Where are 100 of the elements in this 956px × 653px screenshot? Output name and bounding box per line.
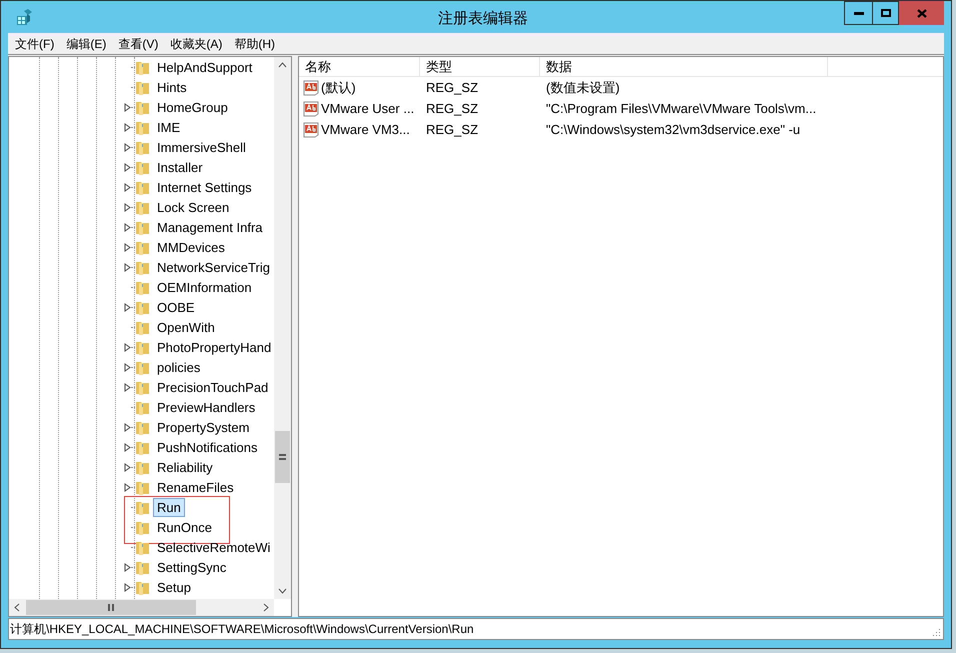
folder-icon (135, 179, 151, 195)
folder-icon (135, 239, 151, 255)
menu-item[interactable]: 收藏夹(A) (164, 34, 228, 52)
column-header[interactable]: 数据 (540, 57, 828, 76)
vertical-scrollbar[interactable] (274, 57, 291, 599)
tree-item[interactable]: PrecisionTouchPad (153, 378, 272, 396)
tree-item[interactable]: MMDevices (153, 238, 229, 256)
table-cell-text: REG_SZ (425, 100, 480, 118)
folder-icon (135, 159, 151, 175)
tree-item[interactable]: Lock Screen (153, 198, 234, 216)
scroll-thumb[interactable] (275, 431, 290, 483)
tree-item[interactable]: PreviewHandlers (153, 398, 260, 416)
expand-arrow-icon[interactable] (124, 422, 131, 432)
tree-item[interactable]: OpenWith (153, 318, 219, 336)
tree-item[interactable]: RunOnce (153, 518, 216, 536)
folder-icon (135, 199, 151, 215)
expand-arrow-icon[interactable] (124, 182, 131, 192)
folder-icon (135, 439, 151, 455)
tree-item[interactable]: Hints (153, 78, 191, 96)
string-value-icon (303, 122, 319, 138)
menu-item[interactable]: 文件(F) (9, 34, 60, 52)
string-value-icon (303, 80, 319, 96)
folder-icon (135, 399, 151, 415)
tree-item[interactable]: PropertySystem (153, 418, 254, 436)
expand-arrow-icon[interactable] (124, 242, 131, 252)
close-icon (916, 8, 926, 18)
folder-icon (135, 259, 151, 275)
folder-icon (135, 59, 151, 75)
expand-arrow-icon[interactable] (124, 382, 131, 392)
tree-item[interactable]: RenameFiles (153, 478, 238, 496)
expand-arrow-icon[interactable] (124, 122, 131, 132)
tree-item[interactable]: HomeGroup (153, 98, 232, 116)
value-name[interactable]: VMware VM3... (321, 120, 410, 140)
expand-arrow-icon[interactable] (124, 102, 131, 112)
tree-item[interactable]: SelectiveRemoteWi (153, 538, 274, 556)
menu-item[interactable]: 帮助(H) (228, 34, 281, 52)
menu-item[interactable]: 查看(V) (112, 34, 164, 52)
folder-icon (135, 539, 151, 555)
folder-icon (135, 479, 151, 495)
registry-editor-icon (15, 8, 33, 26)
close-button[interactable] (899, 1, 944, 25)
menu-item[interactable]: 编辑(E) (60, 34, 112, 52)
table-cell-text: REG_SZ (425, 78, 480, 97)
table-cell-text: "C:\Windows\system32\vm3dservice.exe" -u (545, 120, 802, 139)
folder-icon (135, 299, 151, 315)
tree-item[interactable]: HelpAndSupport (153, 58, 256, 76)
tree-item[interactable]: PhotoPropertyHand (153, 338, 274, 356)
column-header[interactable]: 名称 (299, 57, 420, 76)
expand-arrow-icon[interactable] (124, 562, 131, 572)
expand-arrow-icon[interactable] (124, 582, 131, 592)
expand-arrow-icon[interactable] (124, 442, 131, 452)
folder-icon (135, 219, 151, 235)
folder-icon (135, 379, 151, 395)
folder-icon (135, 419, 151, 435)
folder-icon (135, 79, 151, 95)
expand-arrow-icon[interactable] (124, 162, 131, 172)
expand-arrow-icon[interactable] (124, 482, 131, 492)
folder-icon (135, 579, 151, 595)
table-cell-text: REG_SZ (425, 120, 480, 139)
folder-icon (135, 359, 151, 375)
expand-arrow-icon[interactable] (124, 262, 131, 272)
minimize-button[interactable] (844, 1, 873, 25)
tree-item[interactable]: ImmersiveShell (153, 138, 250, 156)
expand-arrow-icon[interactable] (124, 462, 131, 472)
resize-grip-icon[interactable] (933, 629, 941, 637)
tree-item[interactable]: Run (153, 498, 185, 516)
tree-item[interactable]: Management Infra (153, 218, 267, 236)
status-text: 计算机\HKEY_LOCAL_MACHINE\SOFTWARE\Microsoft\Windows\CurrentVersion\Run (10, 621, 474, 638)
expand-arrow-icon[interactable] (124, 142, 131, 152)
expand-arrow-icon[interactable] (124, 202, 131, 212)
tree-item[interactable]: Installer (153, 158, 207, 176)
folder-icon (135, 279, 151, 295)
folder-icon (135, 559, 151, 575)
expand-arrow-icon[interactable] (124, 302, 131, 312)
tree-item[interactable]: NetworkServiceTrig (153, 258, 274, 276)
tree-item[interactable]: policies (153, 358, 204, 376)
folder-icon (135, 119, 151, 135)
tree-item[interactable]: Reliability (153, 458, 217, 476)
folder-icon (135, 519, 151, 535)
scroll-thumb[interactable] (26, 600, 196, 615)
tree-item[interactable]: PushNotifications (153, 438, 262, 456)
horizontal-scrollbar[interactable] (9, 599, 274, 616)
value-name[interactable]: (默认) (321, 78, 356, 98)
folder-icon (135, 319, 151, 335)
expand-arrow-icon[interactable] (124, 222, 131, 232)
value-name[interactable]: VMware User ... (321, 98, 414, 118)
expand-arrow-icon[interactable] (124, 342, 131, 352)
tree-item[interactable]: Internet Settings (153, 178, 256, 196)
tree-item[interactable]: IME (153, 118, 184, 136)
folder-icon (135, 499, 151, 515)
table-cell-text: (数值未设置) (545, 78, 621, 97)
tree-item[interactable]: Setup (153, 578, 195, 596)
expand-arrow-icon[interactable] (124, 362, 131, 372)
column-header[interactable]: 类型 (420, 57, 540, 76)
string-value-icon (303, 100, 319, 116)
window-title: 注册表编辑器 (438, 9, 528, 29)
folder-icon (135, 339, 151, 355)
tree-item[interactable]: SettingSync (153, 558, 230, 576)
tree-item[interactable]: OOBE (153, 298, 199, 316)
tree-item[interactable]: OEMInformation (153, 278, 256, 296)
